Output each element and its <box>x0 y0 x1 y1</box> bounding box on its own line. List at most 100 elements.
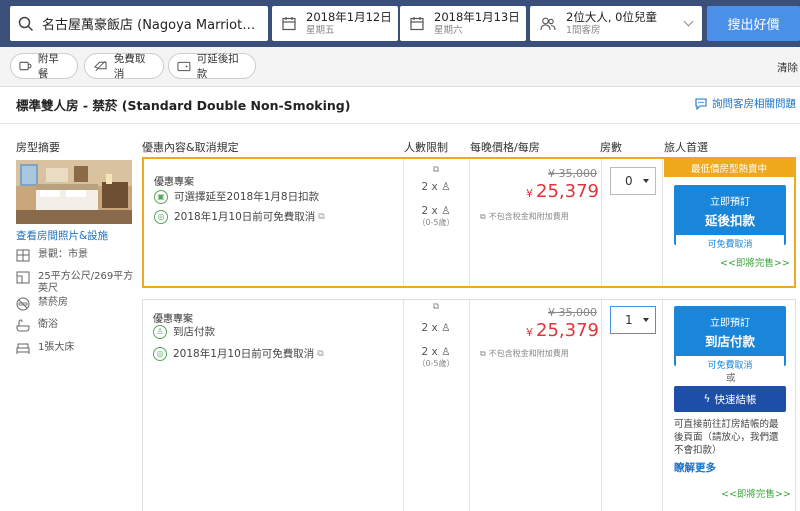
window-icon <box>16 249 30 262</box>
book-line2: 到店付款 <box>704 334 755 349</box>
guests-icon <box>540 17 556 30</box>
checkin-field[interactable]: 2018年1月12日 星期五 <box>272 6 398 41</box>
condition-text: 可選擇延至2018年1月8日扣款 <box>174 191 320 203</box>
adult-icon: ♙ <box>441 322 451 334</box>
offer-label: 優惠專案 <box>154 177 194 188</box>
condition-text: 2018年1月10日前可免費取消 <box>174 211 316 223</box>
adults-text: 2 x <box>421 322 438 334</box>
free-cancel-icon: ◎ <box>153 346 167 361</box>
col-occupancy: 人數限制 <box>404 141 448 154</box>
room-photo[interactable] <box>16 160 132 224</box>
book-pay-at-hotel-button[interactable]: 立即預訂 到店付款 可免費取消 <box>674 306 786 373</box>
children-text: 2 x <box>421 205 438 217</box>
filter-bar: 附早餐 免費取消 可延後扣款 清除 <box>0 47 800 87</box>
copy-icon[interactable]: ⧉ <box>406 165 466 175</box>
offer-condition: ▣ 可選擇延至2018年1月8日扣款 <box>154 189 319 204</box>
col-offer: 優惠內容&取消規定 <box>142 141 239 154</box>
offer-card-2: 優惠專案 ♙ 到店付款 ◎ 2018年1月10日前可免費取消 ⧉ ⧉ 2 x ♙… <box>142 299 796 511</box>
currency-symbol: ¥ <box>526 326 533 339</box>
quick-checkout-label: 快速結帳 <box>714 393 757 406</box>
condition-text: 到店付款 <box>173 326 215 338</box>
room-quantity-select[interactable]: 0 <box>610 167 656 195</box>
feature-view-text: 景觀：市景 <box>38 249 88 260</box>
adult-icon: ♙ <box>441 181 451 193</box>
tax-note: ⧉ 不包含稅金和附加費用 <box>480 211 569 222</box>
dropdown-arrow-icon <box>643 318 649 322</box>
book-line2: 延後扣款 <box>704 213 755 228</box>
quick-checkout-button[interactable]: ϟ 快速結帳 <box>674 386 786 412</box>
price-value: 25,379 <box>536 181 599 202</box>
child-icon: ♙ <box>441 205 451 217</box>
sold-out-soon-note: <<即將完售>> <box>720 258 790 269</box>
info-icon[interactable]: ⧉ <box>318 212 324 222</box>
filter-free-cancel[interactable]: 免費取消 <box>84 53 164 80</box>
sold-out-soon-note: <<即將完售>> <box>721 489 791 500</box>
offer-condition: ♙ 到店付款 <box>153 324 215 339</box>
adults-limit: 2 x ♙ <box>406 322 466 334</box>
room-photos-link[interactable]: 查看房間照片&設施 <box>16 228 108 243</box>
children-limit: 2 x ♙ （0-5歲） <box>406 205 466 228</box>
current-price: ¥25,379 <box>526 181 599 202</box>
free-cancel-icon <box>93 61 107 71</box>
quantity-value: 1 <box>625 313 633 327</box>
offer-label: 優惠專案 <box>153 314 193 325</box>
adults-limit: 2 x ♙ <box>406 181 466 193</box>
coffee-icon <box>19 61 32 71</box>
info-icon[interactable]: ⧉ <box>317 349 323 359</box>
col-summary: 房型摘要 <box>16 141 60 154</box>
child-icon: ♙ <box>441 346 451 358</box>
search-bar: 名古屋萬豪飯店 (Nagoya Marriott Associa Hotel) … <box>0 0 800 47</box>
dropdown-arrow-icon <box>643 179 649 183</box>
room-title: 標準雙人房 - 禁菸 (Standard Double Non-Smoking) <box>16 98 351 113</box>
info-icon: ⧉ <box>480 211 486 221</box>
checkout-day: 星期六 <box>434 24 463 36</box>
col-rooms: 房數 <box>600 141 622 154</box>
room-quantity-select[interactable]: 1 <box>610 306 656 334</box>
tax-note: ⧉ 不包含稅金和附加費用 <box>480 348 569 359</box>
children-limit: 2 x ♙ （0-5歲） <box>406 346 466 369</box>
filter-pay-later[interactable]: 可延後扣款 <box>168 53 256 80</box>
checkout-date: 2018年1月13日 <box>434 9 520 24</box>
tax-note-text: 不包含稅金和附加費用 <box>488 349 569 358</box>
child-age-text: （0-5歲） <box>417 359 455 368</box>
lightning-icon: ϟ <box>703 393 711 405</box>
quick-checkout-desc: 可直接前往訂房結帳的最後頁面（請放心，我們還不會扣款） <box>674 419 779 456</box>
chevron-down-icon <box>683 16 694 27</box>
filter-breakfast[interactable]: 附早餐 <box>10 53 78 80</box>
feature-nosmoking: 禁菸房 <box>16 297 138 311</box>
original-price: ¥ 35,000 <box>548 306 597 319</box>
feature-bed: 1張大床 <box>16 342 138 355</box>
book-pay-later-button[interactable]: 立即預訂 延後扣款 可免費取消 <box>674 185 786 252</box>
filter-breakfast-label: 附早餐 <box>37 53 59 80</box>
bath-icon <box>16 319 30 332</box>
faq-link-label: 詢問客房相關問題 <box>712 98 796 110</box>
calendar-icon: ▣ <box>154 189 168 204</box>
book-line1: 立即預訂 <box>710 318 750 329</box>
faq-link[interactable]: 詢問客房相關問題 <box>694 96 796 111</box>
filter-free-cancel-label: 免費取消 <box>113 53 146 80</box>
current-price: ¥25,379 <box>526 320 599 341</box>
rooms-text: 1間客房 <box>566 24 601 36</box>
clear-filters-link[interactable]: 清除 <box>777 60 798 75</box>
destination-text: 名古屋萬豪飯店 (Nagoya Marriott Associa Hotel) <box>42 18 257 33</box>
calendar-icon <box>282 17 296 31</box>
checkout-field[interactable]: 2018年1月13日 星期六 <box>400 6 526 41</box>
quantity-value: 0 <box>625 174 633 188</box>
feature-bath: 衛浴 <box>16 319 138 332</box>
offer-condition: ◎ 2018年1月10日前可免費取消 ⧉ <box>154 209 325 224</box>
copy-icon[interactable]: ⧉ <box>406 302 466 312</box>
search-button[interactable]: 搜出好價 <box>707 6 800 41</box>
child-age-text: （0-5歲） <box>417 218 455 227</box>
offer-card-1: 優惠專案 ▣ 可選擇延至2018年1月8日扣款 ◎ 2018年1月10日前可免費… <box>142 157 796 288</box>
feature-bed-text: 1張大床 <box>38 342 75 353</box>
book-line1: 立即預訂 <box>710 197 750 208</box>
guests-field[interactable]: 2位大人, 0位兒童 1間客房 <box>530 6 702 41</box>
destination-field[interactable]: 名古屋萬豪飯店 (Nagoya Marriott Associa Hotel) <box>10 6 268 41</box>
feature-bath-text: 衛浴 <box>38 319 58 330</box>
title-divider <box>0 123 800 124</box>
chat-icon <box>695 98 707 110</box>
condition-text: 2018年1月10日前可免費取消 <box>173 348 315 360</box>
feature-area: 25平方公尺/269平方英尺 <box>16 271 138 295</box>
promo-banner: 最低價房型熱賣中 <box>664 159 794 177</box>
learn-more-link[interactable]: 瞭解更多 <box>674 460 716 475</box>
